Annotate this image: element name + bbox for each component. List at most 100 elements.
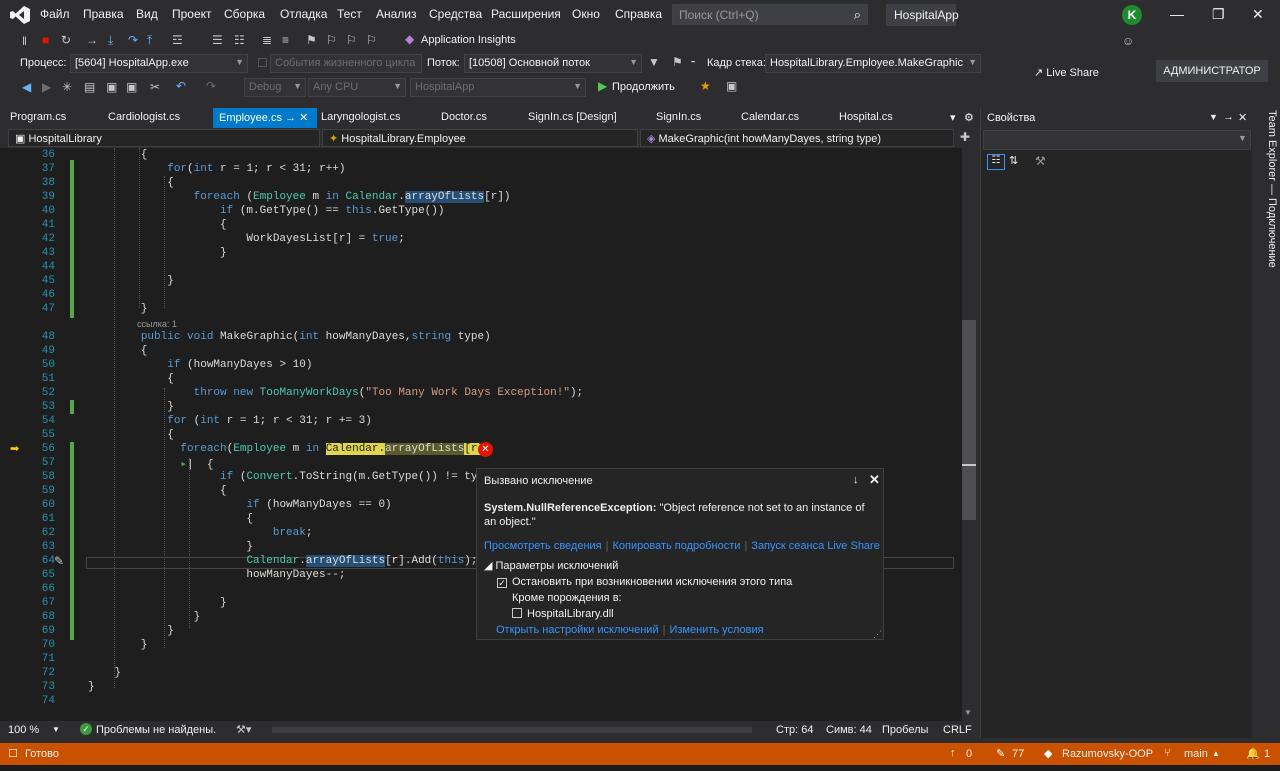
- repository-name[interactable]: Razumovsky-OOP: [1062, 748, 1153, 760]
- class-nav-select[interactable]: ✦ HospitalLibrary.Employee: [322, 129, 638, 147]
- search-input[interactable]: Поиск (Ctrl+Q) ⌕: [672, 4, 868, 25]
- process-select[interactable]: [5604] HospitalApp.exe ▼: [70, 54, 248, 73]
- continue-button[interactable]: Продолжить: [612, 81, 675, 93]
- tab-cardiologist[interactable]: Cardiologist.cs: [108, 108, 180, 128]
- menu-help[interactable]: Справка: [615, 7, 662, 21]
- locals-icon[interactable]: ☷: [234, 33, 245, 47]
- break-checkbox[interactable]: ✓: [497, 578, 507, 588]
- tab-doctor[interactable]: Doctor.cs: [441, 108, 487, 128]
- undo-icon[interactable]: ↶: [176, 79, 186, 93]
- prev-bookmark-icon[interactable]: ⚐: [326, 33, 337, 47]
- menu-window[interactable]: Окно: [572, 7, 600, 21]
- save-icon[interactable]: ▣: [106, 80, 117, 94]
- dropdown-icon[interactable]: ▼: [1209, 112, 1218, 122]
- pending-changes-count[interactable]: 77: [1012, 748, 1024, 760]
- open-icon[interactable]: ▤: [84, 80, 95, 94]
- branch-name[interactable]: main: [1184, 748, 1208, 760]
- step-into-icon[interactable]: ⤓: [108, 33, 113, 48]
- forward-icon[interactable]: ▶: [42, 80, 51, 94]
- collapse-triangle-icon[interactable]: ◢: [484, 560, 496, 572]
- settings-gear-icon[interactable]: ⚙: [964, 108, 974, 128]
- view-details-link[interactable]: Просмотреть сведения: [484, 540, 602, 552]
- tab-employee[interactable]: Employee.cs → ✕: [213, 108, 317, 128]
- step-out-icon[interactable]: ⤒: [147, 33, 152, 48]
- menu-analyze[interactable]: Анализ: [376, 7, 417, 21]
- tab-program[interactable]: Program.cs: [10, 108, 66, 128]
- application-insights-button[interactable]: Application Insights: [421, 34, 516, 46]
- menu-view[interactable]: Вид: [136, 7, 158, 21]
- close-tab-icon[interactable]: ✕: [299, 112, 308, 124]
- breakpoints-icon[interactable]: ☰: [212, 33, 223, 47]
- close-panel-icon[interactable]: ✕: [1238, 111, 1247, 124]
- whitespace-indicator[interactable]: Пробелы: [882, 724, 928, 736]
- configuration-select[interactable]: Debug ▼: [244, 78, 306, 97]
- edit-conditions-link[interactable]: Изменить условия: [669, 624, 763, 636]
- menu-debug[interactable]: Отладка: [280, 7, 327, 21]
- error-glyph-icon[interactable]: ✕: [478, 442, 493, 457]
- restore-icon[interactable]: ❐: [1212, 6, 1225, 23]
- show-next-statement-icon[interactable]: →: [86, 33, 98, 47]
- tab-calendar[interactable]: Calendar.cs: [741, 108, 799, 128]
- close-icon[interactable]: ✕: [1252, 6, 1264, 23]
- pin-icon[interactable]: →: [285, 112, 296, 124]
- problems-status[interactable]: Проблемы не найдены.: [96, 724, 216, 736]
- pin-popup-icon[interactable]: ↓: [853, 474, 859, 486]
- team-explorer-tab[interactable]: Team Explorer — Подключение: [1256, 108, 1278, 268]
- dll-checkbox[interactable]: [512, 608, 522, 618]
- menu-edit[interactable]: Правка: [83, 7, 124, 21]
- tab-list-icon[interactable]: ▾: [950, 108, 956, 128]
- editor-vertical-scrollbar[interactable]: ▼: [962, 148, 976, 721]
- line-ending-indicator[interactable]: CRLF: [943, 724, 972, 736]
- tab-laryngologist[interactable]: Laryngologist.cs: [321, 108, 401, 128]
- pin-panel-icon[interactable]: →: [1223, 111, 1234, 123]
- stop-icon[interactable]: ■: [42, 33, 49, 47]
- property-pages-icon[interactable]: ⚒: [1035, 154, 1046, 168]
- cut-icon[interactable]: ✂: [150, 80, 160, 94]
- notifications-icon[interactable]: 🔔: [1246, 747, 1260, 760]
- alphabetical-icon[interactable]: ⇅: [1009, 154, 1018, 167]
- column-indicator[interactable]: Симв: 44: [826, 724, 872, 736]
- split-editor-icon[interactable]: ✚: [960, 130, 970, 144]
- filter-icon[interactable]: ▼: [648, 55, 660, 69]
- hot-reload-icon[interactable]: ☲: [172, 33, 183, 47]
- line-indicator[interactable]: Стр: 64: [776, 724, 813, 736]
- redo-icon[interactable]: ↷: [206, 79, 216, 93]
- scrollbar-thumb[interactable]: [962, 320, 976, 520]
- back-icon[interactable]: ◀: [22, 80, 31, 94]
- open-exception-settings-link[interactable]: Открыть настройки исключений: [496, 624, 659, 636]
- resize-grip-icon[interactable]: ⋰: [873, 629, 882, 640]
- clear-bookmarks-icon[interactable]: ⚐: [366, 33, 377, 47]
- outgoing-count[interactable]: 0: [966, 748, 972, 760]
- object-select[interactable]: ▼: [983, 130, 1251, 150]
- uncomment-icon[interactable]: ≡: [282, 33, 289, 47]
- reference-count[interactable]: ссылка: 1: [137, 319, 177, 329]
- zoom-level[interactable]: 100 %: [8, 724, 39, 736]
- member-nav-select[interactable]: ◈ MakeGraphic(int howManyDayes, string t…: [640, 129, 954, 147]
- split-icon[interactable]: ⁃: [690, 55, 696, 69]
- bookmark-icon[interactable]: ⚑: [306, 33, 317, 47]
- tab-hospital[interactable]: Hospital.cs: [839, 108, 893, 128]
- tab-signin-design[interactable]: SignIn.cs [Design]: [528, 108, 617, 128]
- attach-icon[interactable]: ★: [700, 79, 711, 93]
- tab-signin[interactable]: SignIn.cs: [656, 108, 701, 128]
- code-cleanup-icon[interactable]: ⚒▾: [236, 723, 251, 736]
- close-popup-icon[interactable]: ✕: [869, 472, 880, 488]
- next-bookmark-icon[interactable]: ⚐: [346, 33, 357, 47]
- menu-build[interactable]: Сборка: [224, 7, 265, 21]
- feedback-icon[interactable]: ☺: [1122, 34, 1134, 48]
- comment-icon[interactable]: ≣: [262, 33, 272, 47]
- thread-select[interactable]: [10508] Основной поток ▼: [464, 54, 642, 73]
- menu-test[interactable]: Тест: [337, 7, 362, 21]
- new-item-icon[interactable]: ✳: [62, 80, 72, 94]
- lifecycle-select[interactable]: События жизненного цикла: [270, 54, 422, 73]
- pause-icon[interactable]: ‖: [22, 34, 27, 48]
- startup-project-select[interactable]: HospitalApp ▼: [410, 78, 586, 97]
- menu-extensions[interactable]: Расширения: [491, 7, 561, 21]
- start-liveshare-link[interactable]: Запуск сеанса Live Share: [751, 540, 880, 552]
- menu-file[interactable]: Файл: [40, 7, 70, 21]
- scroll-down-icon[interactable]: ▼: [964, 708, 972, 717]
- avatar[interactable]: K: [1122, 5, 1142, 25]
- stack-frame-select[interactable]: HospitalLibrary.Employee.MakeGraphic ▼: [765, 54, 981, 73]
- project-nav-select[interactable]: ▣ HospitalLibrary: [8, 129, 320, 147]
- menu-project[interactable]: Проект: [172, 7, 212, 21]
